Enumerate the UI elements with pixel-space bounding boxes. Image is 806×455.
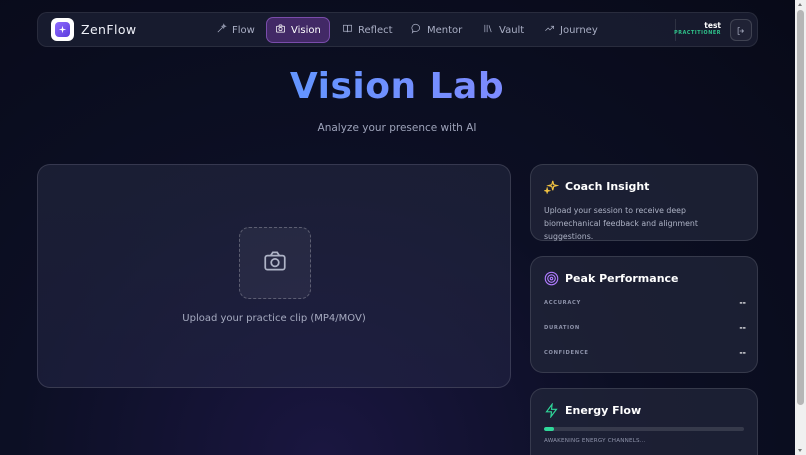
upload-button[interactable] — [239, 227, 311, 299]
metric-label: CONFIDENCE — [544, 350, 589, 356]
upload-dropzone[interactable]: Upload your practice clip (MP4/MOV) — [37, 164, 511, 388]
logo[interactable] — [51, 18, 74, 41]
nav-item-reflect[interactable]: Reflect — [334, 17, 401, 43]
logout-icon — [736, 21, 746, 40]
peak-performance-card: Peak Performance ACCURACY -- DURATION --… — [530, 256, 758, 373]
camera-icon — [262, 248, 288, 278]
metric-label: ACCURACY — [544, 300, 582, 306]
metric-row-duration: DURATION -- — [544, 323, 746, 335]
page-scrollbar[interactable] — [795, 0, 806, 455]
trending-up-icon — [544, 23, 555, 37]
camera-icon — [275, 23, 286, 37]
upload-label: Upload your practice clip (MP4/MOV) — [182, 313, 366, 324]
metric-label: DURATION — [544, 325, 580, 331]
top-navbar: ZenFlow Flow Vision Reflect Mentor Vault… — [37, 12, 758, 47]
energy-progress-fill — [544, 427, 554, 431]
wand-icon — [216, 23, 227, 37]
page-subtitle: Analyze your presence with AI — [317, 122, 477, 134]
metric-value: -- — [739, 298, 746, 307]
nav-item-mentor[interactable]: Mentor — [403, 17, 470, 43]
scroll-thumb[interactable] — [797, 10, 804, 405]
metric-value: -- — [739, 323, 746, 332]
peak-performance-title: Peak Performance — [565, 272, 679, 285]
scroll-down-arrow-icon[interactable] — [798, 449, 802, 452]
lightning-icon — [544, 402, 559, 419]
energy-flow-card: Energy Flow AWAKENING ENERGY CHANNELS... — [530, 388, 758, 455]
metric-row-accuracy: ACCURACY -- — [544, 298, 746, 310]
nav-item-flow[interactable]: Flow — [208, 17, 263, 43]
target-icon — [544, 271, 559, 286]
coach-insight-card: Coach Insight Upload your session to rec… — [530, 164, 758, 241]
nav-item-label: Journey — [560, 24, 598, 36]
brand-name[interactable]: ZenFlow — [81, 22, 137, 37]
energy-flow-title: Energy Flow — [565, 404, 642, 417]
nav-item-label: Vault — [499, 24, 525, 36]
book-icon — [342, 23, 353, 37]
scroll-up-arrow-icon[interactable] — [798, 3, 802, 6]
logout-button[interactable] — [730, 19, 752, 41]
metric-value: -- — [739, 348, 746, 357]
nav-item-label: Flow — [232, 24, 255, 36]
coach-insight-text: Upload your session to receive deep biom… — [544, 206, 698, 241]
library-icon — [483, 23, 494, 37]
nav-item-journey[interactable]: Journey — [536, 17, 606, 43]
nav-item-vision[interactable]: Vision — [266, 17, 330, 43]
metric-row-confidence: CONFIDENCE -- — [544, 348, 746, 360]
coach-insight-title: Coach Insight — [565, 180, 650, 193]
page-title: Vision Lab — [0, 66, 794, 107]
nav-item-label: Mentor — [427, 24, 463, 36]
nav-item-label: Reflect — [358, 24, 393, 36]
chat-bubble-icon — [411, 23, 422, 37]
nav-item-vault[interactable]: Vault — [475, 17, 532, 43]
energy-progress-bar — [544, 427, 744, 431]
user-name: test — [704, 21, 721, 30]
user-role: PRACTITIONER — [674, 31, 721, 36]
sparkle-logo-icon — [55, 22, 70, 37]
nav-divider — [675, 19, 676, 41]
energy-status: AWAKENING ENERGY CHANNELS... — [544, 438, 646, 444]
nav-item-label: Vision — [291, 24, 321, 36]
sparkles-icon — [542, 179, 560, 195]
